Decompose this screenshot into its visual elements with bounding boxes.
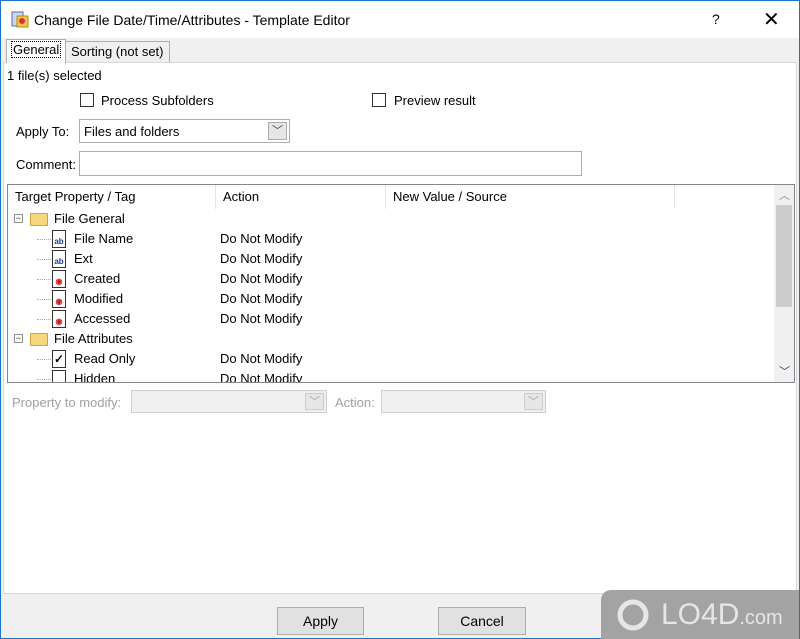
- item-label: Hidden: [74, 371, 116, 383]
- tree-item[interactable]: ab File Name Do Not Modify: [8, 229, 774, 249]
- item-action: Do Not Modify: [220, 291, 303, 306]
- process-subfolders-label: Process Subfolders: [101, 93, 214, 108]
- tree-item[interactable]: ◉ Created Do Not Modify: [8, 269, 774, 289]
- property-to-modify-label: Property to modify:: [12, 395, 122, 410]
- apply-button[interactable]: Apply: [277, 607, 364, 635]
- action-select[interactable]: ﹀: [381, 390, 546, 413]
- apply-to-value: Files and folders: [84, 124, 180, 139]
- column-header-action[interactable]: Action: [216, 185, 386, 209]
- item-label: Accessed: [74, 311, 131, 326]
- date-file-icon: ◉: [52, 310, 66, 328]
- file-icon: [52, 370, 66, 382]
- date-file-icon: ◉: [52, 290, 66, 308]
- tab-general[interactable]: General: [6, 39, 67, 63]
- item-label: File Name: [74, 231, 134, 246]
- app-icon: [11, 11, 29, 28]
- action-label: Action:: [335, 395, 375, 410]
- date-file-icon: ◉: [52, 270, 66, 288]
- preview-result-label: Preview result: [394, 93, 476, 108]
- item-action: Do Not Modify: [220, 231, 303, 246]
- item-label: Read Only: [74, 351, 136, 366]
- tree-item[interactable]: ◉ Modified Do Not Modify: [8, 289, 774, 309]
- close-button[interactable]: ✕: [763, 7, 780, 32]
- tab-label: General: [10, 41, 62, 58]
- tree-item[interactable]: ✓ Read Only Do Not Modify: [8, 349, 774, 369]
- help-button[interactable]: ?: [712, 11, 720, 27]
- tree-group-file-attributes[interactable]: − File Attributes: [8, 329, 774, 349]
- item-label: Created: [74, 271, 121, 286]
- tree-item[interactable]: ◉ Accessed Do Not Modify: [8, 309, 774, 329]
- folder-icon: [30, 333, 48, 346]
- column-header-new-value[interactable]: New Value / Source: [386, 185, 675, 209]
- text-file-icon: ab: [52, 250, 66, 268]
- watermark-arrows-icon: [617, 599, 649, 631]
- item-action: Do Not Modify: [220, 371, 303, 383]
- scrollbar-thumb[interactable]: [776, 205, 792, 307]
- apply-to-label: Apply To:: [16, 124, 70, 139]
- item-label: Ext: [74, 251, 93, 266]
- checked-file-icon: ✓: [52, 350, 66, 368]
- preview-result-checkbox[interactable]: [372, 93, 386, 107]
- chevron-down-icon[interactable]: ﹀: [305, 393, 324, 410]
- chevron-down-icon[interactable]: ﹀: [268, 122, 287, 140]
- collapse-icon[interactable]: −: [14, 334, 23, 343]
- tree-item[interactable]: ab Ext Do Not Modify: [8, 249, 774, 269]
- dialog-window: Change File Date/Time/Attributes - Templ…: [0, 0, 800, 639]
- item-action: Do Not Modify: [220, 271, 303, 286]
- text-file-icon: ab: [52, 230, 66, 248]
- chevron-down-icon[interactable]: ﹀: [524, 393, 543, 410]
- comment-label: Comment:: [16, 157, 76, 172]
- item-action: Do Not Modify: [220, 251, 303, 266]
- title-bar: Change File Date/Time/Attributes - Templ…: [1, 1, 799, 38]
- apply-to-select[interactable]: Files and folders ﹀: [79, 119, 290, 143]
- group-label: File Attributes: [54, 331, 133, 346]
- property-to-modify-select[interactable]: ﹀: [131, 390, 327, 413]
- item-action: Do Not Modify: [220, 311, 303, 326]
- item-action: Do Not Modify: [220, 351, 303, 366]
- property-tree-list[interactable]: Target Property / Tag Action New Value /…: [7, 184, 795, 383]
- tab-label: Sorting (not set): [71, 44, 164, 59]
- vertical-scrollbar[interactable]: ︿ ﹀: [774, 185, 794, 382]
- scroll-up-icon[interactable]: ︿: [779, 187, 790, 203]
- watermark-logo: LO4D.com: [601, 590, 799, 639]
- comment-input[interactable]: [79, 151, 582, 176]
- process-subfolders-checkbox[interactable]: [80, 93, 94, 107]
- folder-icon: [30, 213, 48, 226]
- item-label: Modified: [74, 291, 124, 306]
- column-header-target[interactable]: Target Property / Tag: [8, 185, 216, 209]
- window-title: Change File Date/Time/Attributes - Templ…: [34, 12, 350, 28]
- tree-item[interactable]: Hidden Do Not Modify: [8, 369, 774, 383]
- tab-sorting[interactable]: Sorting (not set): [65, 41, 170, 62]
- selection-status: 1 file(s) selected: [7, 68, 102, 83]
- collapse-icon[interactable]: −: [14, 214, 23, 223]
- tree-group-file-general[interactable]: − File General: [8, 209, 774, 229]
- cancel-button[interactable]: Cancel: [438, 607, 526, 635]
- scroll-down-icon[interactable]: ﹀: [779, 363, 790, 379]
- group-label: File General: [54, 211, 125, 226]
